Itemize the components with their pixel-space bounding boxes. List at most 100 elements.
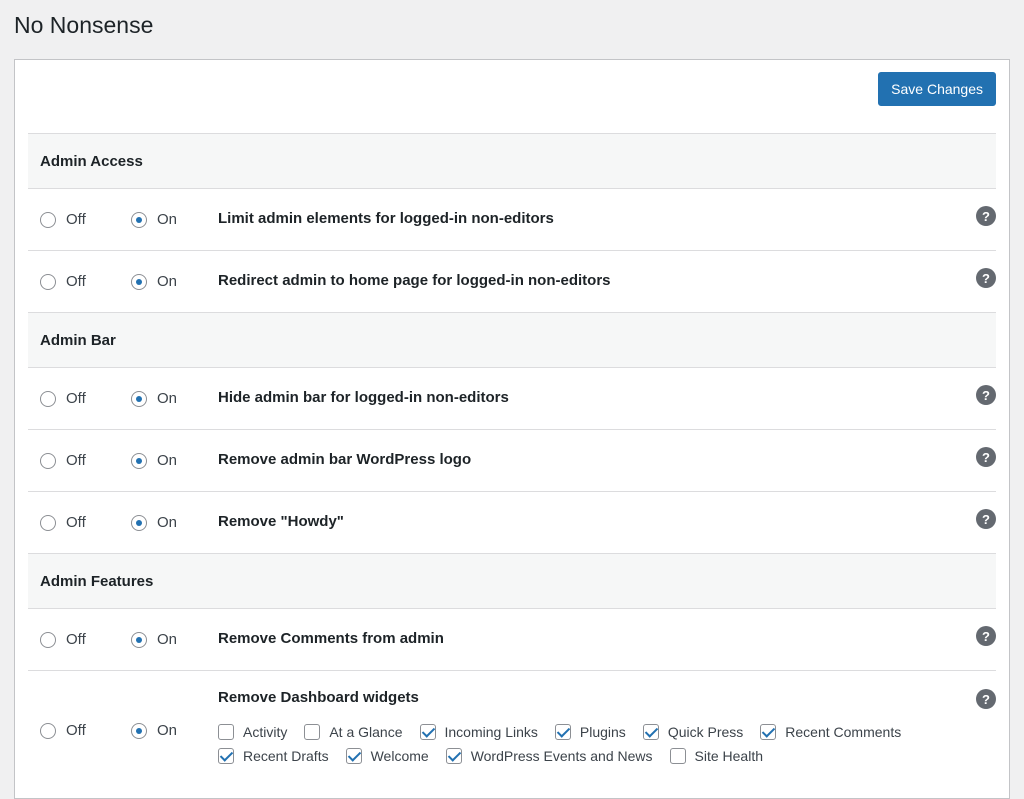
radio-off-label: Off — [66, 211, 86, 228]
setting-label: Redirect admin to home page for logged-i… — [218, 272, 611, 289]
checkbox-box[interactable] — [669, 748, 686, 764]
widget-checkbox[interactable]: Plugins — [554, 724, 626, 740]
checkbox-row: Recent Drafts Welcome WordPress Events and… — [218, 744, 978, 768]
widget-checkbox[interactable]: Recent Comments — [760, 724, 901, 740]
radio-on-label: On — [157, 722, 178, 739]
radio-on-circle[interactable] — [131, 514, 147, 531]
widget-checkbox[interactable]: Site Health — [669, 748, 763, 764]
checkbox-row: Activity At a Glance Incoming Links Plugins… — [218, 720, 978, 744]
radio-off-label: Off — [66, 390, 86, 407]
checkbox-box[interactable] — [218, 748, 234, 764]
setting-row: Off On Redirect admin to home page for log… — [28, 251, 996, 313]
radio-off-label: Off — [66, 452, 86, 469]
radio-off-circle[interactable] — [40, 273, 56, 290]
radio-on-label: On — [157, 390, 178, 407]
radio-on[interactable]: On — [131, 211, 177, 228]
radio-on-circle[interactable] — [131, 390, 147, 407]
radio-off-label: Off — [66, 273, 86, 290]
section-heading: Admin Features — [28, 554, 996, 609]
radio-on-label: On — [157, 211, 178, 228]
radio-off[interactable]: Off — [40, 273, 86, 290]
radio-on[interactable]: On — [131, 514, 177, 531]
section-heading: Admin Bar — [28, 313, 996, 368]
radio-on-circle[interactable] — [131, 211, 147, 228]
radio-on-circle[interactable] — [131, 631, 147, 648]
setting-row: Off On Remove "Howdy"? — [28, 492, 996, 554]
radio-on-label: On — [157, 514, 178, 531]
checkbox-label: Activity — [243, 724, 288, 740]
radio-off-circle[interactable] — [40, 211, 56, 228]
radio-on-circle[interactable] — [131, 452, 147, 469]
setting-label: Remove admin bar WordPress logo — [218, 451, 472, 468]
widget-checkbox[interactable]: Quick Press — [642, 724, 744, 740]
page-title: No Nonsense — [14, 12, 154, 38]
widget-checkbox[interactable]: Incoming Links — [419, 724, 538, 740]
help-icon[interactable]: ? — [976, 689, 996, 709]
radio-off-circle[interactable] — [40, 722, 56, 739]
section-heading: Admin Access — [28, 134, 996, 189]
checkbox-box[interactable] — [304, 724, 321, 740]
radio-off[interactable]: Off — [40, 631, 86, 648]
radio-off-circle[interactable] — [40, 452, 56, 469]
checkbox-box[interactable] — [642, 724, 659, 740]
widget-checkbox[interactable]: At a Glance — [304, 724, 403, 740]
radio-on-circle[interactable] — [131, 273, 147, 290]
radio-off[interactable]: Off — [40, 211, 86, 228]
radio-on[interactable]: On — [131, 631, 177, 648]
radio-on[interactable]: On — [131, 273, 177, 290]
help-icon[interactable]: ? — [976, 509, 996, 529]
help-icon[interactable]: ? — [976, 626, 996, 646]
setting-row: Off On Remove admin bar WordPress logo? — [28, 430, 996, 492]
radio-off-circle[interactable] — [40, 390, 56, 407]
radio-off-circle[interactable] — [40, 514, 56, 531]
widget-checkbox[interactable]: Welcome — [345, 748, 429, 764]
radio-off-label: Off — [66, 631, 86, 648]
setting-row: Off On Remove Dashboard widgets? Activity At… — [28, 671, 996, 781]
radio-off-label: Off — [66, 722, 86, 739]
radio-off-circle[interactable] — [40, 631, 56, 648]
setting-row: Off On Limit admin elements for logged-in … — [28, 189, 996, 251]
widget-checkbox[interactable]: WordPress Events and News — [445, 748, 653, 764]
help-icon[interactable]: ? — [976, 206, 996, 226]
checkbox-label: WordPress Events and News — [470, 748, 653, 764]
checkbox-label: Recent Drafts — [243, 748, 329, 764]
radio-on[interactable]: On — [131, 722, 177, 739]
radio-on-label: On — [157, 273, 178, 290]
setting-label: Remove Comments from admin — [218, 630, 444, 647]
radio-off[interactable]: Off — [40, 722, 86, 739]
checkbox-label: Plugins — [579, 724, 626, 740]
checkbox-box[interactable] — [345, 748, 362, 764]
checkbox-label: Site Health — [694, 748, 763, 764]
checkbox-label: Welcome — [370, 748, 429, 764]
checkbox-label: Recent Comments — [785, 724, 902, 740]
radio-on-circle[interactable] — [131, 722, 147, 739]
settings-panel: Save Changes Admin Access Off On Limit admi… — [14, 59, 1010, 799]
setting-label: Remove "Howdy" — [218, 513, 344, 530]
radio-off[interactable]: Off — [40, 452, 86, 469]
radio-on-label: On — [157, 452, 178, 469]
checkbox-box[interactable] — [218, 724, 234, 740]
checkbox-label: Incoming Links — [444, 724, 538, 740]
save-changes-button[interactable]: Save Changes — [878, 72, 996, 106]
checkbox-box[interactable] — [554, 724, 571, 740]
dashboard-widget-checkboxes: Activity At a Glance Incoming Links Plugins… — [218, 720, 978, 768]
checkbox-label: At a Glance — [329, 724, 403, 740]
checkbox-box[interactable] — [445, 748, 462, 764]
checkbox-box[interactable] — [760, 724, 777, 740]
radio-off[interactable]: Off — [40, 514, 86, 531]
radio-on[interactable]: On — [131, 390, 177, 407]
setting-row: Off On Remove Comments from admin? — [28, 609, 996, 671]
widget-checkbox[interactable]: Recent Drafts — [218, 748, 329, 764]
widget-checkbox[interactable]: Activity — [218, 724, 287, 740]
setting-label: Hide admin bar for logged-in non-editors — [218, 389, 509, 406]
setting-row: Off On Hide admin bar for logged-in non-ed… — [28, 368, 996, 430]
setting-label: Limit admin elements for logged-in non-e… — [218, 210, 554, 227]
help-icon[interactable]: ? — [976, 268, 996, 288]
checkbox-label: Quick Press — [667, 724, 744, 740]
radio-on[interactable]: On — [131, 452, 177, 469]
radio-on-label: On — [157, 631, 178, 648]
radio-off[interactable]: Off — [40, 390, 86, 407]
help-icon[interactable]: ? — [976, 447, 996, 467]
help-icon[interactable]: ? — [976, 385, 996, 405]
checkbox-box[interactable] — [419, 724, 436, 740]
